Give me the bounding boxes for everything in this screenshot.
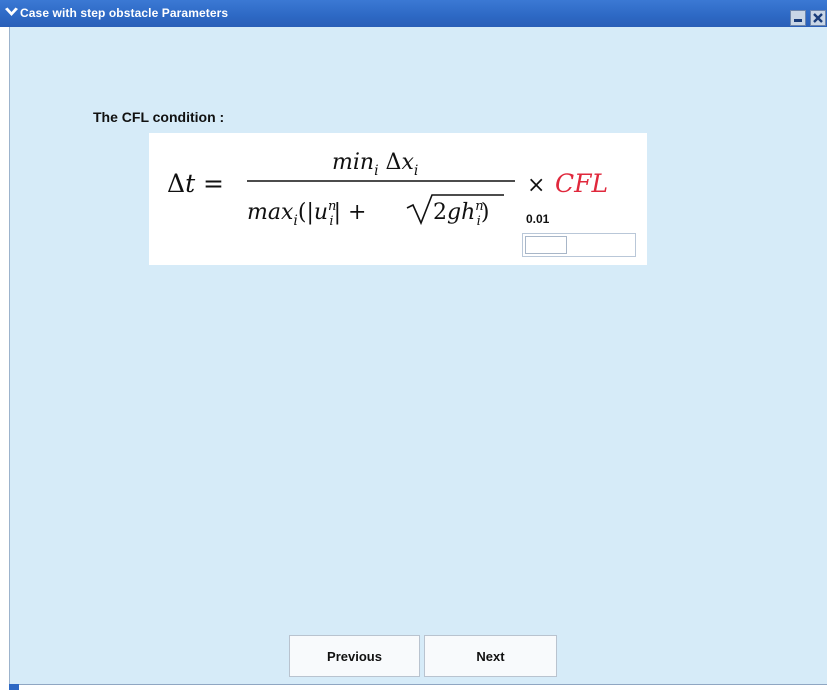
cfl-symbol: CFL bbox=[555, 169, 608, 198]
formula-denominator: maxi(|un i| + bbox=[247, 199, 366, 229]
formula-numerator: mini Δxi bbox=[332, 150, 418, 179]
close-button[interactable] bbox=[810, 10, 826, 26]
chevron-down-icon[interactable] bbox=[3, 4, 20, 21]
content-panel bbox=[9, 27, 827, 684]
next-button[interactable]: Next bbox=[424, 635, 557, 677]
cfl-value: 0.01 bbox=[526, 212, 550, 226]
minimize-icon bbox=[794, 19, 802, 22]
cfl-condition-label: The CFL condition : bbox=[93, 109, 225, 125]
close-icon bbox=[813, 13, 823, 23]
window-title: Case with step obstacle Parameters bbox=[20, 6, 229, 20]
times-sign: × bbox=[527, 173, 545, 198]
cfl-input-inner[interactable] bbox=[525, 236, 567, 254]
dialog-window: Case with step obstacle Parameters The C… bbox=[0, 0, 827, 693]
resize-grip[interactable] bbox=[9, 684, 19, 690]
title-bar[interactable]: Case with step obstacle Parameters bbox=[0, 0, 827, 27]
minimize-button[interactable] bbox=[790, 10, 806, 26]
formula-lhs: Δt = bbox=[167, 169, 224, 198]
window-left-edge bbox=[0, 27, 9, 684]
previous-button[interactable]: Previous bbox=[289, 635, 420, 677]
cfl-input-field[interactable] bbox=[522, 233, 636, 257]
formula-sqrt-content: 2ghn i) bbox=[433, 199, 489, 229]
